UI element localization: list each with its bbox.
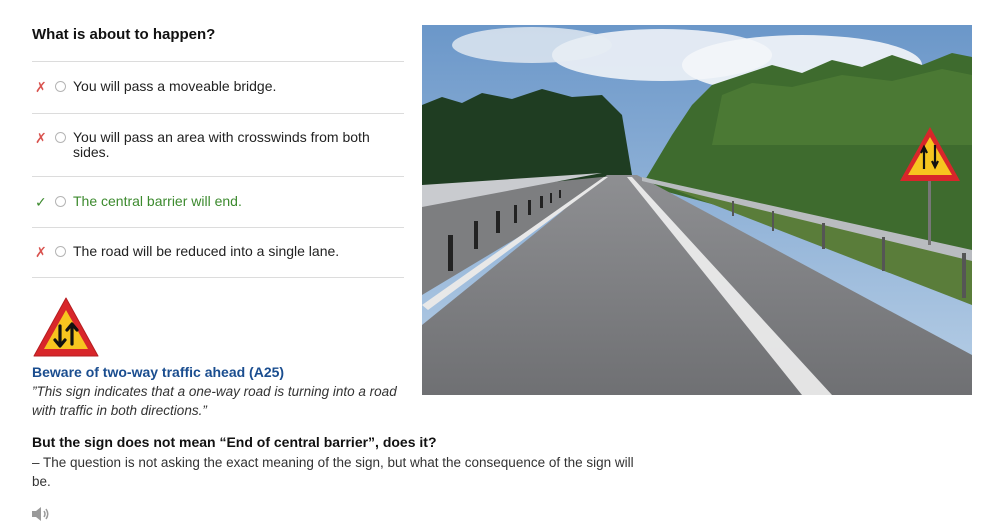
sign-quote: ”This sign indicates that a one-way road…	[32, 384, 397, 418]
radio-button[interactable]	[55, 246, 66, 257]
followup-text: – The question is not asking the exact m…	[32, 455, 634, 489]
radio-button[interactable]	[55, 81, 66, 92]
answer-option-2[interactable]: ✗ You will pass an area with crosswinds …	[32, 113, 404, 176]
speaker-icon[interactable]	[31, 506, 51, 522]
wrong-mark-icon: ✗	[35, 79, 47, 95]
two-way-traffic-warning-sign-icon	[32, 296, 100, 358]
sign-caption: Beware of two-way traffic ahead (A25)	[32, 364, 285, 380]
question-title: What is about to happen?	[32, 26, 216, 43]
followup-heading: But the sign does not mean “End of centr…	[32, 434, 437, 450]
radio-button[interactable]	[55, 196, 66, 207]
wrong-mark-icon: ✗	[35, 244, 47, 260]
road-photo	[422, 25, 972, 395]
wrong-mark-icon: ✗	[35, 130, 47, 146]
answer-label: The central barrier will end.	[73, 193, 242, 209]
radio-button[interactable]	[55, 132, 66, 143]
answer-option-3[interactable]: ✓ The central barrier will end.	[32, 176, 404, 227]
answer-label: The road will be reduced into a single l…	[73, 243, 340, 259]
answer-label: You will pass an area with crosswinds fr…	[73, 129, 370, 160]
answer-option-4[interactable]: ✗ The road will be reduced into a single…	[32, 227, 404, 278]
correct-mark-icon: ✓	[35, 194, 47, 210]
answer-label: You will pass a moveable bridge.	[73, 78, 277, 94]
answer-list: ✗ You will pass a moveable bridge. ✗ You…	[32, 61, 404, 278]
answer-option-1[interactable]: ✗ You will pass a moveable bridge.	[32, 61, 404, 113]
